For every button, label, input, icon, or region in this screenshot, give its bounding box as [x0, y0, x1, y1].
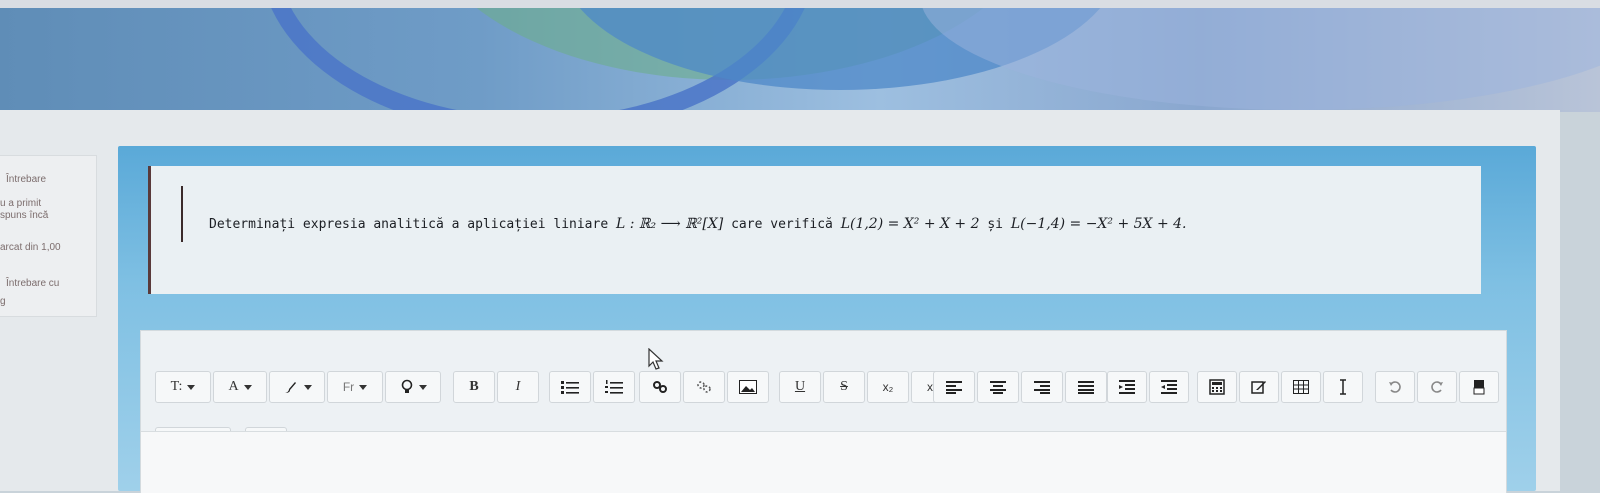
align-center-icon: [990, 381, 1006, 394]
align-justify-button[interactable]: [1065, 371, 1107, 403]
align-center-button[interactable]: [977, 371, 1019, 403]
image-icon: [739, 380, 757, 394]
redo-button[interactable]: [1417, 371, 1457, 403]
mouse-pointer-icon: [648, 348, 664, 370]
italic-button[interactable]: I: [497, 371, 539, 403]
ordered-list-button[interactable]: [593, 371, 635, 403]
bold-button[interactable]: B: [453, 371, 495, 403]
clear-format-button[interactable]: [1459, 371, 1499, 403]
table-icon: [1293, 380, 1309, 394]
indent-button[interactable]: [1149, 371, 1189, 403]
question-info-box: Întrebare u a primit spuns încă arcat di…: [0, 155, 97, 317]
question-text-inner: Determinați expresia analitică a aplicaț…: [181, 186, 1463, 242]
edit-button[interactable]: [1239, 371, 1279, 403]
align-left-icon: [946, 381, 962, 394]
edit-icon: [1251, 381, 1266, 394]
font-color-icon: A: [228, 379, 239, 394]
align-justify-icon: [1078, 381, 1094, 394]
question-text-box: Determinați expresia analitică a aplicaț…: [148, 166, 1481, 294]
font-family-button[interactable]: Fr: [327, 371, 383, 403]
equation-button[interactable]: [1197, 371, 1237, 403]
answer-editor: T: A Fr B I U S x₂ x²: [140, 330, 1507, 493]
strikethrough-button[interactable]: S: [823, 371, 865, 403]
paragraph-style-icon: T:: [170, 379, 183, 394]
paragraph-style-button[interactable]: T:: [155, 371, 211, 403]
unlink-button[interactable]: [683, 371, 725, 403]
text-cursor-icon: [1340, 379, 1346, 395]
text-cursor-button[interactable]: [1323, 371, 1363, 403]
answer-text-area[interactable]: [141, 431, 1506, 493]
lightbulb-icon: [401, 379, 412, 393]
link-button[interactable]: [639, 371, 681, 403]
subscript-button[interactable]: x₂: [867, 371, 909, 403]
background-color-button[interactable]: [269, 371, 325, 403]
undo-icon: [1389, 381, 1401, 393]
question-cond2: L(−1,4) = −X² + 5X + 4.: [1010, 216, 1187, 232]
question-cond1: L(1,2) = X² + X + 2: [840, 216, 980, 232]
font-color-button[interactable]: A: [213, 371, 267, 403]
unlink-icon: [697, 381, 711, 393]
align-left-button[interactable]: [933, 371, 975, 403]
flag-label[interactable]: Întrebare cu: [6, 278, 59, 290]
indent-icon: [1161, 380, 1177, 394]
align-right-icon: [1034, 381, 1050, 394]
unordered-list-icon: [561, 381, 579, 394]
question-prefix: Determinați expresia analitică a aplicaț…: [209, 217, 609, 232]
table-button[interactable]: [1281, 371, 1321, 403]
image-button[interactable]: [727, 371, 769, 403]
grade-label: arcat din 1,00: [0, 242, 61, 253]
clear-format-icon: [1473, 380, 1485, 395]
header-banner: [0, 0, 1600, 112]
font-family-icon: Fr: [342, 380, 355, 394]
outdent-icon: [1119, 380, 1135, 394]
status-line-2: spuns încă: [0, 210, 49, 221]
insert-button[interactable]: [385, 371, 441, 403]
question-map: L : ℝ₂ ⟶ ℝ²[X]: [616, 216, 724, 232]
underline-button[interactable]: U: [779, 371, 821, 403]
outdent-button[interactable]: [1107, 371, 1147, 403]
question-conj: și: [987, 217, 1004, 232]
flag-label-cont: g: [0, 296, 6, 307]
equation-icon: [1209, 379, 1225, 395]
brush-icon: [284, 382, 296, 393]
redo-icon: [1431, 381, 1443, 393]
question-text: Determinați expresia analitică a aplicaț…: [209, 216, 1187, 232]
undo-button[interactable]: [1375, 371, 1415, 403]
unordered-list-button[interactable]: [549, 371, 591, 403]
status-line-1: u a primit: [0, 198, 42, 209]
align-right-button[interactable]: [1021, 371, 1063, 403]
question-middle: care verifică: [731, 217, 833, 232]
ordered-list-icon: [605, 380, 623, 394]
link-icon: [653, 381, 667, 393]
question-label: Întrebare: [6, 174, 47, 185]
